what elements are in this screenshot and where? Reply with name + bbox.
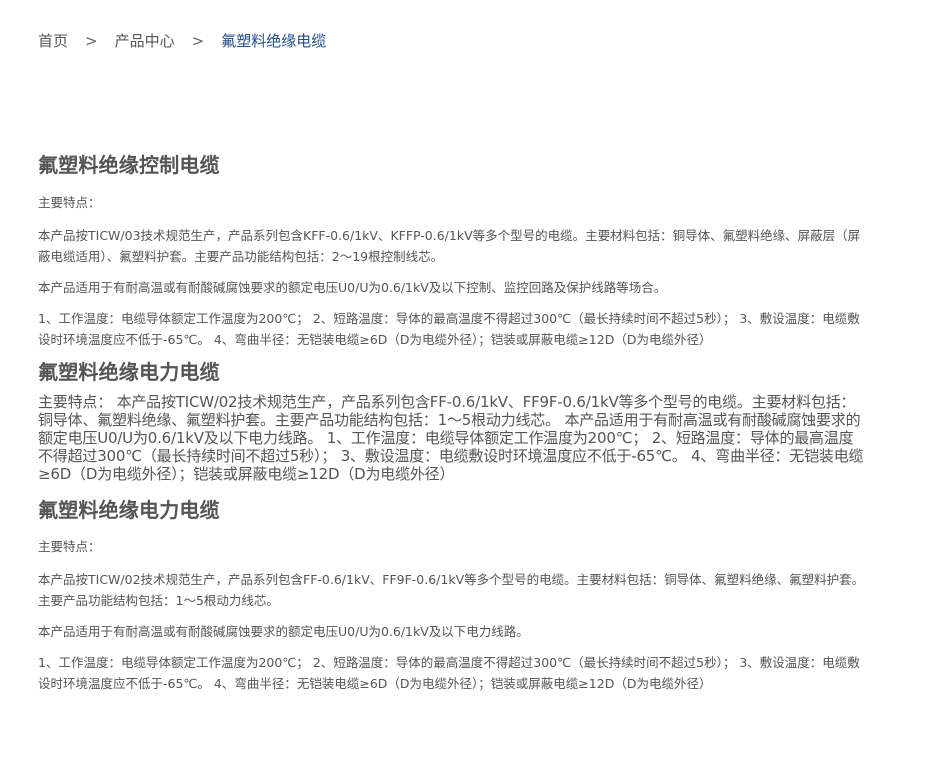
application-description: 本产品适用于有耐高温或有耐酸碱腐蚀要求的额定电压U0/U为0.6/1kV及以下电… [38,624,529,639]
features-label: 主要特点： [38,539,101,554]
breadcrumb-separator: > [85,32,98,50]
product-page: 首页 > 产品中心 > 氟塑料绝缘电缆 氟塑料绝缘控制电缆 主要特点： 本产品按TICW… [0,0,942,771]
product-description: 本产品按TICW/02技术规范生产，产品系列包含FF-0.6/1kV、FF9F-… [38,572,865,608]
breadcrumb: 首页 > 产品中心 > 氟塑料绝缘电缆 [38,30,326,52]
breadcrumb-products-link[interactable]: 产品中心 [115,32,175,50]
section-title: 氟塑料绝缘电力电缆 [38,360,220,384]
breadcrumb-separator: > [191,32,205,50]
features-label: 主要特点： [38,195,101,210]
product-section-power-cable: 氟塑料绝缘电力电缆 主要特点： 本产品按TICW/02技术规范生产，产品系列包含… [38,495,868,694]
product-section-power-cable-summary: 氟塑料绝缘电力电缆 主要特点： 本产品按TICW/02技术规范生产，产品系列包含… [38,357,868,483]
breadcrumb-home-link[interactable]: 首页 [38,32,68,50]
specification-text: 1、工作温度：电缆导体额定工作温度为200℃； 2、短路温度：导体的最高温度不得… [38,655,860,691]
specification-text: 1、工作温度：电缆导体额定工作温度为200℃； 2、短路温度：导体的最高温度不得… [38,311,860,347]
application-description: 本产品适用于有耐高温或有耐酸碱腐蚀要求的额定电压U0/U为0.6/1kV及以下控… [38,280,667,295]
product-summary-text: 主要特点： 本产品按TICW/02技术规范生产，产品系列包含FF-0.6/1kV… [38,393,864,483]
section-title: 氟塑料绝缘电力电缆 [38,498,220,522]
main-content: 氟塑料绝缘控制电缆 主要特点： 本产品按TICW/03技术规范生产，产品系列包含… [38,150,868,694]
product-section-control-cable: 氟塑料绝缘控制电缆 主要特点： 本产品按TICW/03技术规范生产，产品系列包含… [38,150,868,350]
section-title: 氟塑料绝缘控制电缆 [38,153,220,177]
product-description: 本产品按TICW/03技术规范生产，产品系列包含KFF-0.6/1kV、KFFP… [38,228,861,264]
breadcrumb-current: 氟塑料绝缘电缆 [221,32,327,50]
